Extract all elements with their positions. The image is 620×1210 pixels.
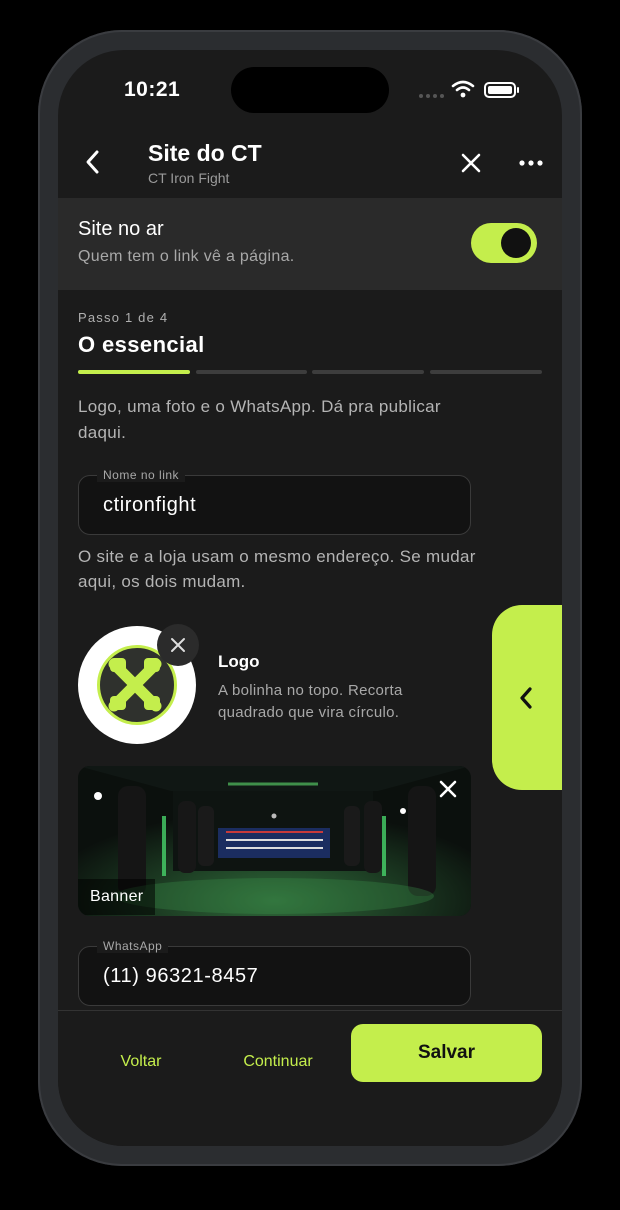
step-intro: Logo, uma foto e o WhatsApp. Dá pra publ… [78,397,441,442]
bottom-action-bar: Voltar Continuar Salvar [58,1010,562,1146]
step-progress [78,370,542,374]
site-online-description: Quem tem o link vê a página. [78,248,295,265]
page-title: Site do CT [148,140,262,166]
header: Site do CT CT Iron Fight [58,130,562,198]
status-time: 10:21 [124,78,181,101]
close-icon[interactable] [456,148,486,178]
remove-banner-icon[interactable] [433,774,463,804]
progress-segment-2 [196,370,307,374]
save-button[interactable]: Salvar [351,1024,542,1082]
close-icon [171,638,185,652]
page-subtitle: CT Iron Fight [148,170,230,186]
toggle-knob [501,228,531,258]
wifi-icon [451,80,475,98]
link-name-field[interactable]: Nome no link ctironfight [78,468,471,535]
whatsapp-value: (11) 96321-8457 [103,965,259,987]
site-online-section: Site no ar Quem tem o link vê a página. [58,198,562,290]
side-drawer-tab[interactable] [492,605,562,790]
link-name-value: ctironfight [103,494,197,516]
link-helper-text: O site e a loja usam o mesmo endereço. S… [78,547,476,591]
banner-label: Banner [78,879,156,915]
progress-segment-1 [78,370,190,374]
dynamic-island [231,67,389,113]
progress-segment-3 [312,370,424,374]
back-button[interactable]: Voltar [98,1033,184,1091]
back-arrow-icon[interactable] [78,142,108,182]
signal-icon [419,94,445,98]
logo-title: Logo [218,652,260,671]
step-indicator: Passo 1 de 4 [78,310,169,325]
progress-segment-4 [430,370,542,374]
site-online-title: Site no ar [78,218,164,240]
banner-image[interactable]: Banner [78,766,471,916]
chevron-left-icon [520,687,532,709]
status-bar: 10:21 [58,50,562,130]
more-options-icon[interactable] [516,148,546,178]
whatsapp-field[interactable]: WhatsApp (11) 96321-8457 [78,939,471,1006]
link-name-label: Nome no link [97,468,186,482]
site-online-toggle[interactable] [471,223,537,263]
logo-description: A bolinha no topo. Recorta quadrado que … [218,682,403,721]
remove-logo-button[interactable] [157,624,199,666]
whatsapp-label: WhatsApp [97,939,169,953]
continue-button[interactable]: Continuar [228,1033,328,1091]
battery-icon [484,82,519,98]
step-title: O essencial [78,332,205,357]
app-screen: 10:21 Site do CT CT Iron Fight Site no a… [58,50,562,1146]
